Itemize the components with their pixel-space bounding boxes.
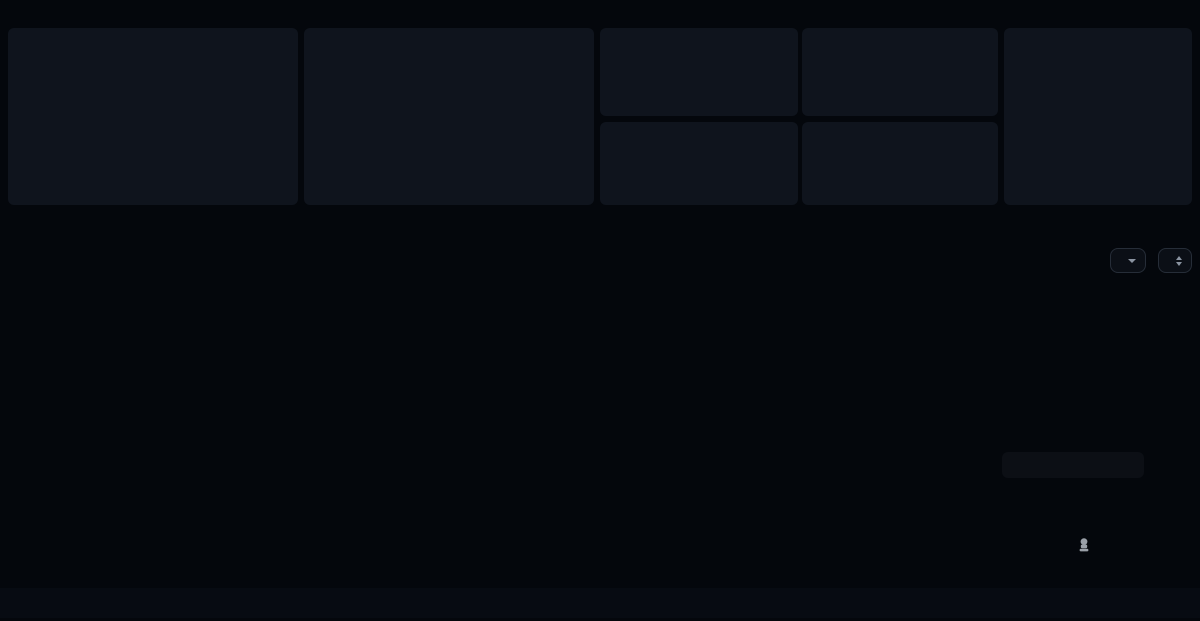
volume-stats-card [8, 28, 298, 205]
interval-select[interactable] [1158, 248, 1192, 273]
rekt-card-24h [802, 122, 998, 205]
chevron-down-icon [1128, 259, 1136, 263]
rekt-card-12h [600, 122, 798, 205]
long-short-rows [318, 40, 580, 193]
rekt-card-1h [600, 28, 798, 116]
trending-list [1018, 54, 1178, 192]
long-short-ratio-card [304, 28, 594, 205]
trending-card [1004, 28, 1192, 205]
rekt-card-4h [802, 28, 998, 116]
main-chart-svg[interactable] [0, 288, 1200, 580]
symbol-select[interactable] [1110, 248, 1146, 273]
range-navigator[interactable] [0, 588, 1200, 618]
volume-stats-rows [22, 44, 284, 189]
chart-tooltip [1002, 452, 1144, 478]
chart-controls [1110, 248, 1192, 273]
watermark [1076, 537, 1098, 553]
coinglass-logo-icon [1076, 537, 1092, 553]
spinner-icon [1176, 256, 1182, 266]
